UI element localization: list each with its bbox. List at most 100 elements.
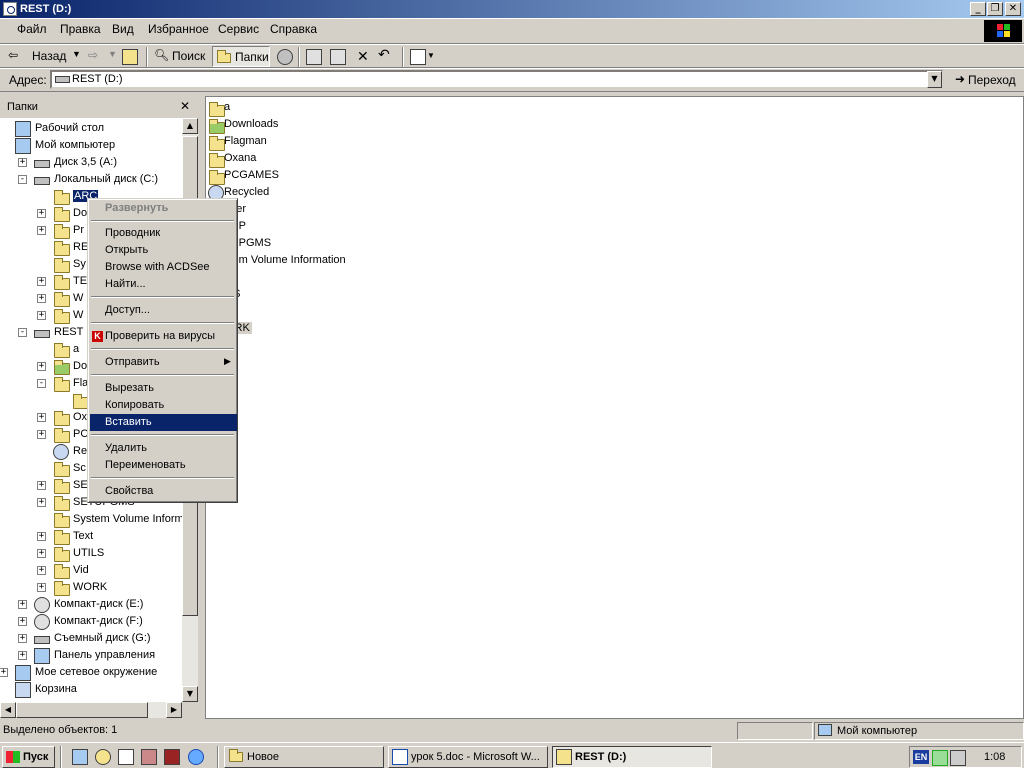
tree-item[interactable]: Корзина xyxy=(0,681,184,698)
file-item[interactable] xyxy=(206,303,506,321)
views-dropdown-icon[interactable]: ▼ xyxy=(427,51,435,60)
context-menu-item[interactable]: Вставить xyxy=(90,414,237,431)
expand-icon[interactable]: + xyxy=(37,277,46,286)
up-folder-button[interactable] xyxy=(122,49,138,65)
context-menu-item[interactable]: Отправить xyxy=(90,354,237,371)
tree-item[interactable]: System Volume Inform xyxy=(0,511,184,528)
folders-pane-close-icon[interactable]: ✕ xyxy=(180,99,190,113)
file-item[interactable]: ORK xyxy=(206,320,506,338)
file-item[interactable]: Downloads xyxy=(206,116,506,134)
file-item[interactable]: PCGAMES xyxy=(206,167,506,185)
file-item[interactable]: TUP xyxy=(206,218,506,236)
forward-button[interactable]: ⇨ xyxy=(88,48,98,62)
back-dropdown-icon[interactable]: ▼ xyxy=(72,49,81,59)
context-menu-item[interactable]: Открыть xyxy=(90,242,237,259)
file-item[interactable]: xt xyxy=(206,269,506,287)
forward-dropdown-icon[interactable]: ▼ xyxy=(108,49,117,59)
address-dropdown-icon[interactable]: ▼ xyxy=(927,71,942,88)
menu-help[interactable]: Справка xyxy=(270,22,317,36)
menu-file[interactable]: Файл xyxy=(17,22,47,36)
file-item[interactable]: Recycled xyxy=(206,184,506,201)
expand-icon[interactable]: + xyxy=(0,668,8,677)
context-menu-item[interactable]: Копировать xyxy=(90,397,237,414)
collapse-icon[interactable]: - xyxy=(18,175,27,184)
hscroll-thumb[interactable] xyxy=(16,702,148,718)
menu-tools[interactable]: Сервис xyxy=(218,22,259,36)
delete-button[interactable]: ✕ xyxy=(357,48,369,65)
tree-item[interactable]: + UTILS xyxy=(0,545,184,562)
tree-item[interactable]: + Компакт-диск (E:) xyxy=(0,596,184,613)
expand-icon[interactable]: + xyxy=(37,294,46,303)
undo-button[interactable]: ↶ xyxy=(378,47,390,63)
restore-button[interactable]: ❐ xyxy=(987,2,1003,16)
tree-item[interactable]: + Text xyxy=(0,528,184,545)
context-menu-item[interactable]: Найти... xyxy=(90,276,237,293)
tree-item[interactable]: + Диск 3,5 (A:) xyxy=(0,154,184,171)
file-list-pane[interactable]: a Downloads Flagman Oxana PCGAMES Recycled ane… xyxy=(205,96,1024,719)
expand-icon[interactable]: + xyxy=(37,566,46,575)
expand-icon[interactable]: + xyxy=(18,617,27,626)
context-menu-item[interactable]: Развернуть xyxy=(90,200,237,217)
task-button[interactable]: урок 5.doc - Microsoft W... xyxy=(388,746,548,768)
back-button[interactable]: Назад xyxy=(32,49,66,63)
tree-item[interactable]: + WORK xyxy=(0,579,184,596)
expand-icon[interactable]: + xyxy=(37,498,46,507)
expand-icon[interactable]: + xyxy=(37,209,46,218)
file-item[interactable]: ILS xyxy=(206,286,506,304)
expand-icon[interactable]: + xyxy=(37,583,46,592)
expand-icon[interactable]: + xyxy=(37,311,46,320)
expand-icon[interactable]: + xyxy=(37,226,46,235)
expand-icon[interactable]: + xyxy=(37,362,46,371)
scroll-down-icon[interactable]: ▼ xyxy=(182,686,198,702)
quicklaunch-tools-icon[interactable] xyxy=(141,749,157,765)
quicklaunch-disk-icon[interactable] xyxy=(95,749,111,765)
tray-app-icon[interactable] xyxy=(932,750,948,766)
move-to-button[interactable] xyxy=(306,49,322,65)
task-button[interactable]: Новое xyxy=(224,746,384,768)
expand-icon[interactable]: + xyxy=(18,158,27,167)
views-button[interactable] xyxy=(410,49,426,65)
file-item[interactable]: TUPGMS xyxy=(206,235,506,253)
context-menu-item[interactable]: Доступ... xyxy=(90,302,237,319)
tree-horizontal-scrollbar[interactable]: ◀ ▶ xyxy=(0,702,182,718)
title-bar[interactable]: REST (D:) xyxy=(0,0,1024,18)
scroll-left-icon[interactable]: ◀ xyxy=(0,702,16,718)
go-button[interactable]: Переход xyxy=(968,73,1016,87)
tree-item[interactable]: Мой компьютер xyxy=(0,137,184,154)
tree-item[interactable]: + Vid xyxy=(0,562,184,579)
tree-item[interactable]: + Мое сетевое окружение xyxy=(0,664,184,681)
expand-icon[interactable]: + xyxy=(37,413,46,422)
context-menu-item[interactable]: Свойства xyxy=(90,483,237,500)
minimize-button[interactable]: _ xyxy=(970,2,986,16)
file-item[interactable]: aner xyxy=(206,201,506,219)
clock[interactable]: 1:08 xyxy=(984,751,1005,763)
collapse-icon[interactable]: - xyxy=(18,328,27,337)
context-menu-item[interactable]: Переименовать xyxy=(90,457,237,474)
tree-item[interactable]: + Съемный диск (G:) xyxy=(0,630,184,647)
folders-button[interactable]: Папки xyxy=(212,46,270,67)
history-button[interactable] xyxy=(277,49,293,65)
collapse-icon[interactable]: - xyxy=(37,379,46,388)
copy-to-button[interactable] xyxy=(330,49,346,65)
quicklaunch-notepad-icon[interactable] xyxy=(118,749,134,765)
context-menu-item[interactable]: Проверить на вирусы xyxy=(90,328,237,345)
expand-icon[interactable]: + xyxy=(37,532,46,541)
expand-icon[interactable]: + xyxy=(37,481,46,490)
file-item[interactable]: a xyxy=(206,99,506,117)
tree-item[interactable]: + Панель управления xyxy=(0,647,184,664)
context-menu-item[interactable]: Browse with ACDSee xyxy=(90,259,237,276)
context-menu-item[interactable]: Проводник xyxy=(90,225,237,242)
expand-icon[interactable]: + xyxy=(37,430,46,439)
language-indicator[interactable]: EN xyxy=(913,750,929,764)
start-button[interactable]: Пуск xyxy=(2,746,55,768)
context-menu-item[interactable]: Вырезать xyxy=(90,380,237,397)
menu-view[interactable]: Вид xyxy=(112,22,134,36)
quicklaunch-save-icon[interactable] xyxy=(164,749,180,765)
expand-icon[interactable]: + xyxy=(18,600,27,609)
task-button-active[interactable]: REST (D:) xyxy=(552,746,712,768)
scroll-up-icon[interactable]: ▲ xyxy=(182,118,198,134)
file-item[interactable]: Flagman xyxy=(206,133,506,151)
tree-item[interactable]: - Локальный диск (C:) xyxy=(0,171,184,188)
network-tray-icon[interactable] xyxy=(950,750,966,766)
file-item[interactable]: stem Volume Information xyxy=(206,252,506,270)
